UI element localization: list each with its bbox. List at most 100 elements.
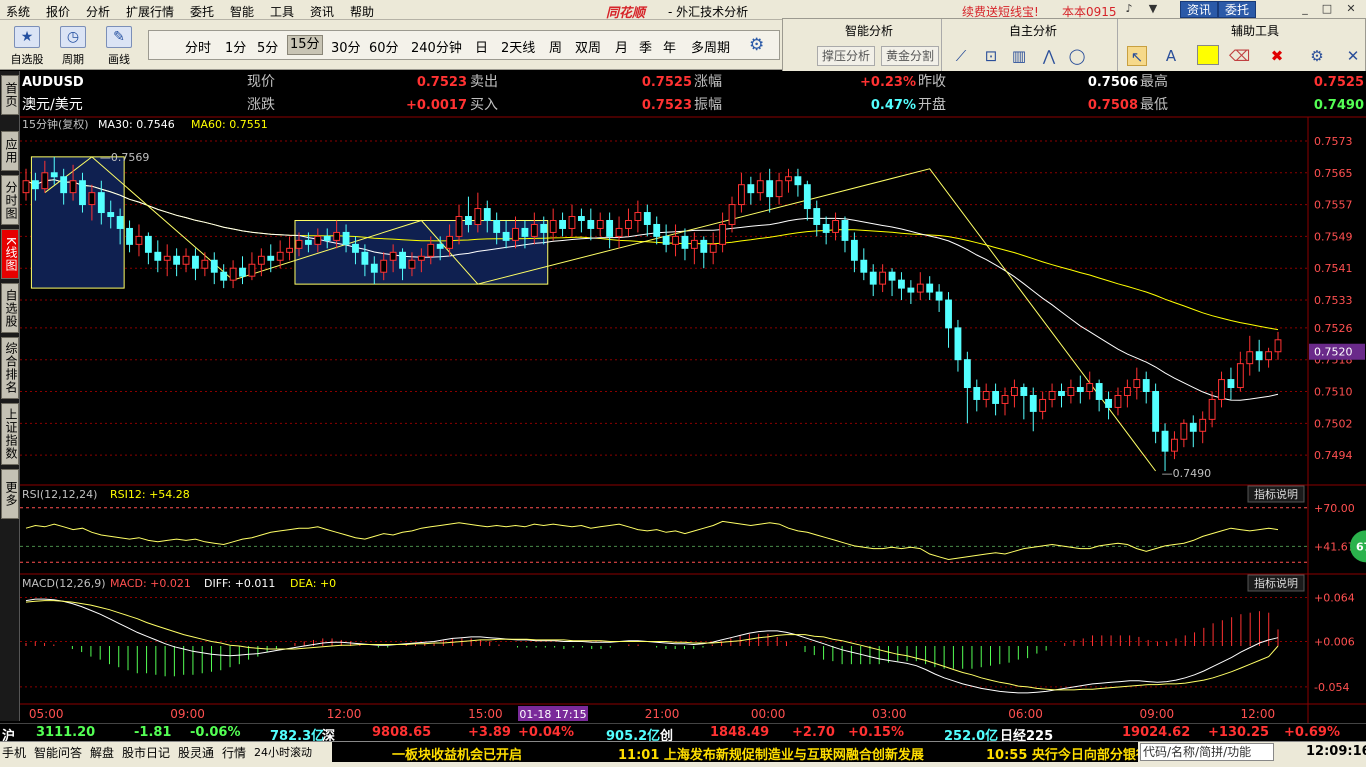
menu-analysis[interactable]: 分析 (86, 3, 110, 20)
period-button[interactable]: ◷ 周期 (52, 24, 94, 66)
period-year[interactable]: 年 (663, 37, 676, 56)
period-label: 周期 (62, 53, 84, 66)
ellipse-tool-icon[interactable]: ◯ (1067, 46, 1087, 66)
tab-qa[interactable]: 智能问答 (34, 744, 82, 761)
custom-analysis-header[interactable]: 自主分析 (1009, 22, 1057, 39)
menu-news[interactable]: 资讯 (310, 3, 334, 20)
tab-analysis[interactable]: 解盘 (90, 744, 114, 761)
close-panel-icon[interactable]: ✕ (1343, 46, 1363, 66)
wave-tool-icon[interactable]: ⋀ (1039, 46, 1059, 66)
period-timeshare[interactable]: 分时 (185, 37, 211, 56)
ticker-item[interactable]: 一板块收益机会已开启 (392, 744, 522, 762)
candle-body (370, 263, 378, 273)
side-tab-timeshare[interactable]: 分时图 (1, 175, 19, 225)
news-button[interactable]: 资讯 (1180, 1, 1219, 18)
trade-button[interactable]: 委托 (1218, 1, 1257, 18)
line-tool-icon[interactable]: ⟋ (951, 46, 971, 66)
sz-value[interactable]: 9808.65 (372, 725, 431, 740)
sh-pct: -0.06% (190, 725, 241, 740)
tab-market[interactable]: 行情 (222, 744, 246, 761)
candle-body (97, 192, 105, 214)
close-icon[interactable]: ✕ (1344, 2, 1358, 16)
macd-value: MACD: +0.021 (110, 577, 191, 590)
aux-tools-header[interactable]: 辅助工具 (1231, 22, 1279, 39)
side-tab-sh-index[interactable]: 上证指数 (1, 403, 19, 465)
settings-icon[interactable]: ⚙ (1307, 46, 1327, 66)
bell-icon[interactable]: ♪ (1122, 2, 1136, 16)
sz-pct: +0.04% (518, 725, 574, 740)
period-quarter[interactable]: 季 (639, 37, 652, 56)
period-day[interactable]: 日 (475, 37, 488, 56)
sh-value[interactable]: 3111.20 (36, 725, 95, 740)
cy-value[interactable]: 1848.49 (710, 725, 769, 740)
menu-trade[interactable]: 委托 (190, 3, 214, 20)
label-range: 振幅 (694, 97, 722, 113)
period-week[interactable]: 周 (549, 37, 562, 56)
candle-body (1048, 391, 1056, 400)
period-1min[interactable]: 1分 (225, 37, 246, 56)
menu-smart[interactable]: 智能 (230, 3, 254, 20)
candle-body (1086, 383, 1094, 393)
period-multi[interactable]: 多周期 (691, 37, 730, 56)
period-2day[interactable]: 2天线 (501, 37, 535, 56)
macd-explain-label[interactable]: 指标说明 (1254, 576, 1298, 590)
menu-extended-quote[interactable]: 扩展行情 (126, 3, 174, 20)
ticker-item[interactable]: 11:01 上海发布新规促制造业与互联网融合创新发展 (618, 744, 924, 762)
period-month[interactable]: 月 (615, 37, 628, 56)
period-30min[interactable]: 30分 (331, 37, 361, 56)
menu-tools[interactable]: 工具 (270, 3, 294, 20)
tab-diary[interactable]: 股市日记 (122, 744, 170, 761)
menu-system[interactable]: 系统 (6, 3, 30, 20)
period-biweek[interactable]: 双周 (575, 37, 601, 56)
self-select-button[interactable]: ★ 自选股 (6, 24, 48, 66)
minimize-icon[interactable]: _ (1298, 2, 1312, 16)
period-60min[interactable]: 60分 (369, 37, 399, 56)
text-tool-icon[interactable]: A (1161, 46, 1181, 66)
macd-tick: -0.054 (1314, 681, 1349, 694)
tab-mobile[interactable]: 手机 (2, 744, 26, 761)
value-open: 0.7508 (1088, 98, 1138, 113)
ticker-item[interactable]: 10:55 央行今日向部分银行 (986, 744, 1138, 762)
kline-chart[interactable]: AUDUSD 澳元/美元 现价 0.7523 卖出 0.7525 涨幅 +0.2… (20, 71, 1366, 723)
candle-body (323, 235, 331, 241)
draw-button[interactable]: ✎ 画线 (98, 24, 140, 66)
gear-icon[interactable]: ⚙ (749, 35, 764, 55)
cursor-icon[interactable]: ↖ (1127, 46, 1147, 66)
menu-help[interactable]: 帮助 (350, 3, 374, 20)
code-search-input[interactable]: 代码/名称/简拼/功能 (1140, 743, 1274, 761)
golden-section-button[interactable]: 黄金分割 (881, 46, 940, 66)
maximize-icon[interactable]: □ (1320, 2, 1334, 16)
jp-value[interactable]: 19024.62 (1122, 725, 1190, 740)
tab-stock-link[interactable]: 股灵通 (178, 744, 214, 761)
macd-legend: MACD(12,26,9) MACD: +0.021 DIFF: +0.011 … (22, 577, 336, 590)
candle-body (559, 219, 566, 229)
delete-icon[interactable]: ✖ (1267, 46, 1287, 66)
side-tab-watchlist[interactable]: 自选股 (1, 283, 19, 333)
candle-body (267, 255, 275, 261)
rect-tool-icon[interactable]: ⊡ (981, 46, 1001, 66)
side-tab-home[interactable]: 首页 (1, 75, 19, 115)
period-5min[interactable]: 5分 (257, 37, 278, 56)
smart-analysis-header[interactable]: 智能分析 (845, 22, 893, 39)
menu-quote[interactable]: 报价 (46, 3, 70, 20)
candle-body (1123, 387, 1131, 396)
tab-24h-news[interactable]: 24小时滚动 (254, 744, 312, 760)
period-15min[interactable]: 15分 (287, 35, 323, 55)
candle-body (690, 239, 698, 249)
color-picker[interactable] (1197, 45, 1219, 65)
side-tab-more[interactable]: 更多 (1, 469, 19, 519)
time-tick: 12:00 (327, 707, 362, 721)
shirt-icon[interactable]: ▼ (1146, 2, 1160, 16)
erase-tool-icon[interactable]: ⌫ (1229, 46, 1250, 66)
side-tab-apps[interactable]: 应用 (1, 131, 19, 171)
time-tick: 12:00 (1241, 707, 1276, 721)
side-tab-kline[interactable]: K线图 (1, 229, 19, 279)
side-tab-ranking[interactable]: 综合排名 (1, 337, 19, 399)
support-analysis-button[interactable]: 撑压分析 (817, 46, 876, 66)
ma30-label: MA30: 0.7546 (98, 118, 175, 131)
candle-body (1029, 394, 1037, 412)
period-240min[interactable]: 240分钟 (411, 37, 462, 56)
news-ticker[interactable]: 一板块收益机会已开启 11:01 上海发布新规促制造业与互联网融合创新发展 10… (332, 742, 1138, 762)
rsi-explain-label[interactable]: 指标说明 (1254, 487, 1298, 501)
channel-tool-icon[interactable]: ▥ (1009, 46, 1029, 66)
